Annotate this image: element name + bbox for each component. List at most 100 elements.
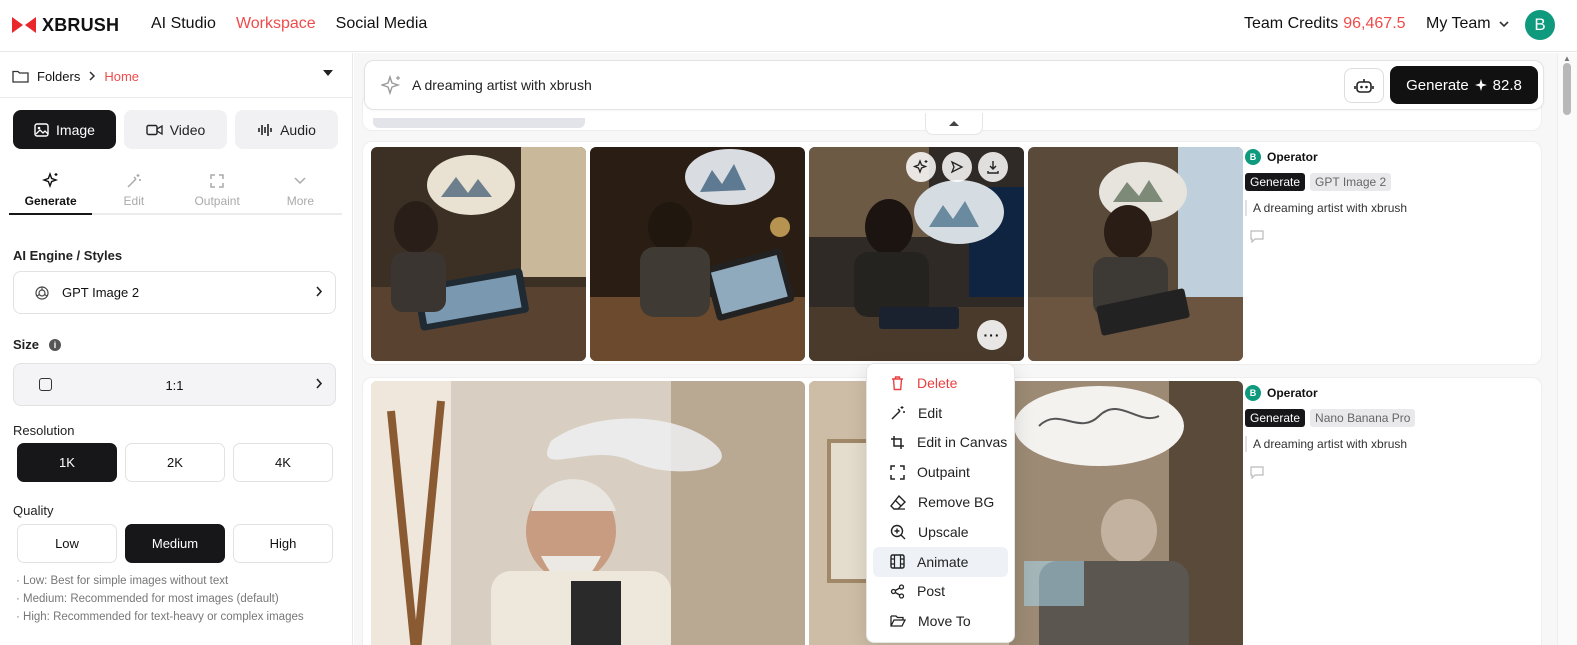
zoom-in-icon [890, 524, 906, 540]
resolution-1k[interactable]: 1K [17, 443, 117, 482]
folder-open-icon [890, 615, 906, 627]
image-hover-actions [906, 152, 1008, 182]
size-selector[interactable]: 1:1 [13, 363, 336, 406]
generation-meta: B Operator Generate Nano Banana Pro A dr… [1245, 385, 1525, 484]
prompt-bar: A dreaming artist with xbrush Generate 8… [364, 60, 1544, 110]
operator-avatar: B [1245, 149, 1261, 165]
more-options-button[interactable]: ··· [977, 320, 1007, 350]
chevron-right-icon [316, 286, 323, 297]
crop-icon [891, 435, 904, 449]
menu-item-outpaint[interactable]: Outpaint [873, 457, 1008, 487]
tab-edit-label: Edit [123, 194, 145, 208]
tab-image[interactable]: Image [13, 110, 116, 149]
resolution-options: 1K 2K 4K [17, 443, 333, 482]
resolution-4k[interactable]: 4K [233, 443, 333, 482]
nav-workspace[interactable]: Workspace [236, 15, 316, 33]
quality-low[interactable]: Low [17, 524, 117, 563]
comment-button[interactable] [1250, 230, 1525, 248]
tab-outpaint[interactable]: Outpaint [175, 169, 259, 215]
tab-video[interactable]: Video [124, 110, 227, 149]
team-selector-label: My Team [1426, 15, 1491, 32]
size-label: Size [13, 337, 40, 352]
folder-breadcrumb[interactable]: Folders Home [12, 65, 334, 87]
nav-social-media[interactable]: Social Media [336, 15, 428, 33]
menu-item-edit[interactable]: Edit [873, 398, 1008, 428]
comment-icon [1250, 230, 1264, 244]
generate-button[interactable]: Generate 82.8 [1390, 66, 1538, 104]
menu-item-upscale[interactable]: Upscale [873, 517, 1008, 547]
generate-cost: 82.8 [1492, 76, 1522, 94]
engine-selector[interactable]: GPT Image 2 [13, 271, 336, 314]
engine-section-label: AI Engine / Styles [13, 248, 123, 263]
magic-wand-icon [127, 174, 141, 188]
tab-more[interactable]: More [258, 169, 342, 215]
tab-generate[interactable]: Generate [9, 169, 93, 215]
menu-item-edit-in-canvas[interactable]: Edit in Canvas [873, 428, 1008, 458]
download-button[interactable] [978, 152, 1008, 182]
model-tag: GPT Image 2 [1310, 173, 1392, 191]
scroll-up-icon[interactable]: ▲ [1563, 54, 1571, 63]
generation-meta: B Operator Generate GPT Image 2 A dreami… [1245, 149, 1525, 248]
info-icon[interactable]: i [49, 338, 62, 351]
chevron-down-icon [1499, 20, 1509, 27]
operator-avatar: B [1245, 385, 1261, 401]
team-selector[interactable]: My Team [1426, 15, 1509, 33]
assistant-button[interactable] [1344, 68, 1384, 103]
brand-name: XBRUSH [42, 14, 120, 35]
quality-options: Low Medium High [17, 524, 333, 563]
tab-outpaint-label: Outpaint [194, 194, 240, 208]
tab-audio[interactable]: Audio [235, 110, 338, 149]
openai-logo-icon [35, 285, 49, 300]
menu-item-animate[interactable]: Animate [873, 546, 1008, 577]
media-type-tabs: Image Video Audio [13, 110, 338, 149]
scrollbar[interactable]: ▲ [1557, 53, 1577, 645]
menu-item-post[interactable]: Post [873, 577, 1008, 607]
main-nav: AI Studio Workspace Social Media [151, 15, 427, 33]
menu-item-move-to[interactable]: Move To [873, 606, 1008, 636]
size-section-label: Size i [13, 337, 62, 352]
menu-item-edit-in-canvas-label: Edit in Canvas [917, 434, 1008, 451]
team-credits: Team Credits 96,467.5 [1244, 15, 1406, 33]
enhance-button[interactable] [906, 152, 936, 182]
caret-down-icon[interactable] [322, 69, 334, 77]
nav-ai-studio[interactable]: AI Studio [151, 15, 216, 33]
menu-item-edit-label: Edit [918, 404, 943, 421]
prompt-input[interactable]: A dreaming artist with xbrush [412, 77, 592, 93]
credit-star-icon [1474, 79, 1487, 91]
generated-image[interactable] [590, 147, 805, 361]
collapse-prompt-toggle[interactable] [925, 113, 983, 135]
image-icon [34, 122, 49, 137]
resolution-label: Resolution [13, 423, 75, 438]
generated-image[interactable] [1028, 147, 1243, 361]
chevron-right-icon [89, 71, 96, 81]
menu-item-remove-bg-label: Remove BG [918, 494, 995, 511]
mode-tabs: Generate Edit Outpaint More [9, 169, 342, 215]
quality-label: Quality [13, 503, 54, 518]
xbrush-logo[interactable]: XBRUSH [12, 12, 119, 38]
generation-tags: Generate GPT Image 2 [1245, 173, 1525, 191]
top-nav-bar: XBRUSH AI Studio Workspace Social Media … [0, 0, 1577, 52]
engine-value: GPT Image 2 [62, 285, 140, 300]
image-context-menu: Delete Edit Edit in Canvas Outpaint Remo… [866, 363, 1015, 643]
user-avatar[interactable]: B [1525, 10, 1555, 40]
menu-item-upscale-label: Upscale [918, 523, 969, 540]
breadcrumb-home[interactable]: Home [104, 69, 139, 84]
generation-prompt: A dreaming artist with xbrush [1245, 200, 1525, 216]
quality-high[interactable]: High [233, 524, 333, 563]
menu-item-delete[interactable]: Delete [873, 368, 1008, 398]
tab-edit[interactable]: Edit [92, 169, 176, 215]
scrollbar-thumb[interactable] [1563, 63, 1571, 115]
resolution-2k[interactable]: 2K [125, 443, 225, 482]
play-button[interactable] [942, 152, 972, 182]
tab-audio-label: Audio [280, 121, 316, 138]
quality-medium[interactable]: Medium [125, 524, 225, 563]
menu-item-remove-bg[interactable]: Remove BG [873, 487, 1008, 517]
generated-image[interactable] [371, 381, 805, 645]
quality-note-low: · Low: Best for simple images without te… [16, 575, 229, 587]
xbrush-logo-icon [12, 17, 36, 33]
generated-image[interactable] [371, 147, 586, 361]
quality-note-medium: · Medium: Recommended for most images (d… [16, 593, 279, 605]
send-icon [950, 160, 964, 174]
operator-row: B Operator [1245, 149, 1525, 165]
comment-button[interactable] [1250, 466, 1525, 484]
